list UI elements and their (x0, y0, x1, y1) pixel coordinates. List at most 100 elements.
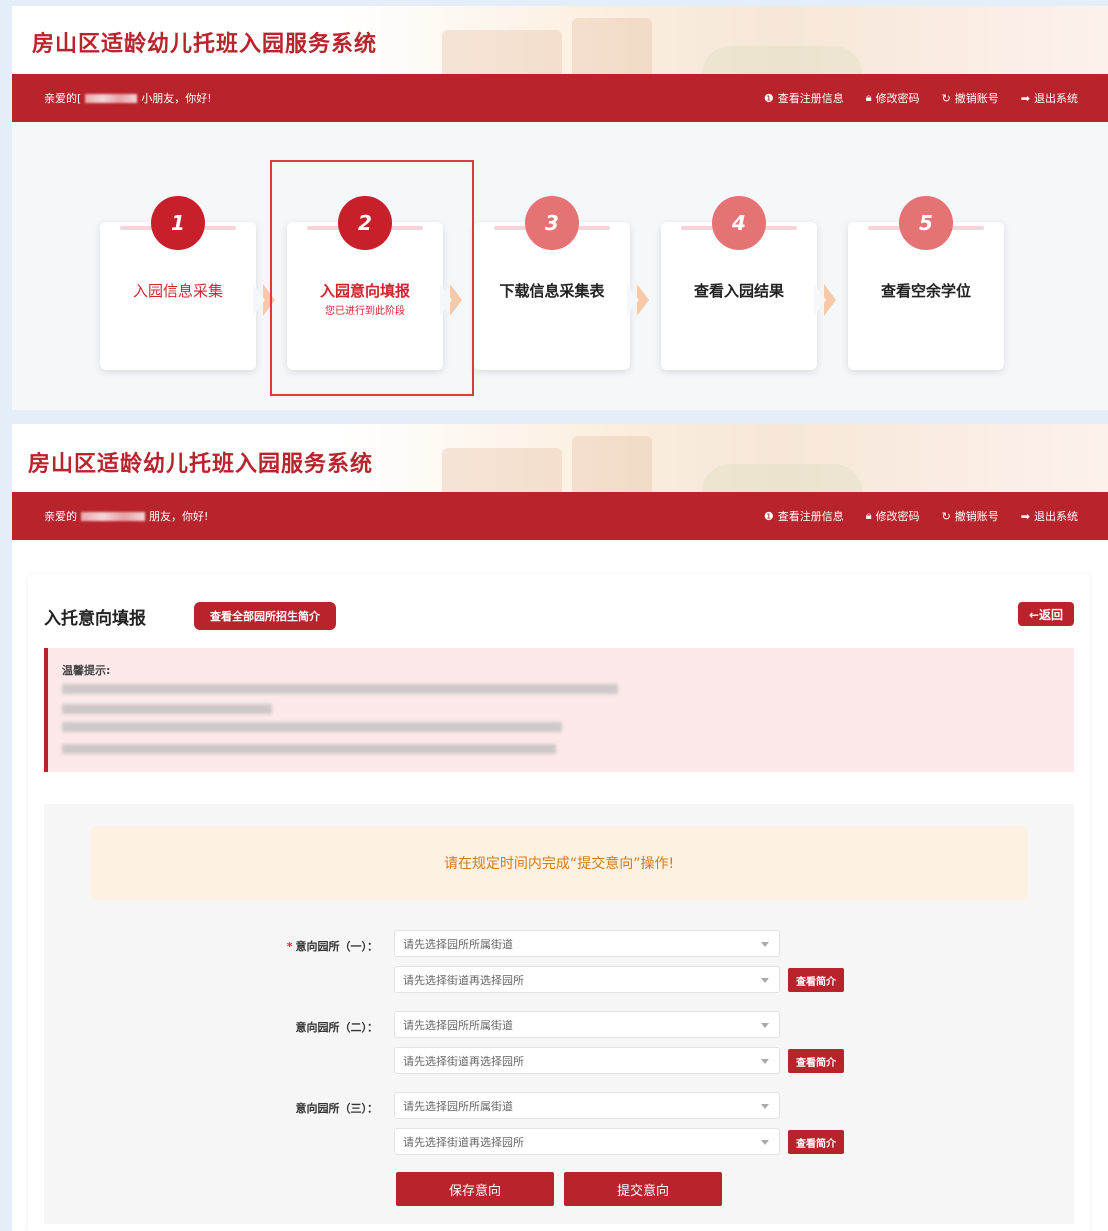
user-bar: 亲爱的 朋友，你好! ❶ 查看注册信息 🔒︎ 修改密码 ↻ 撤销账号 ➡ 退出系… (12, 492, 1108, 540)
back-button-label: 返回 (1039, 607, 1064, 622)
school-select-placeholder: 请先选择街道再选择园所 (403, 1135, 524, 1149)
step-1-card[interactable]: 1 入园信息采集 (100, 196, 256, 370)
view-registration-label: 查看注册信息 (777, 510, 844, 523)
redacted-name (85, 93, 138, 103)
step-5-number: 5 (899, 196, 953, 250)
cancel-account-link[interactable]: ↻ 撤销账号 (942, 90, 999, 106)
info-icon: ❶ (763, 509, 774, 523)
kindergarten-2-label: 意向园所（二）： (248, 1019, 379, 1035)
top-actions: ❶ 查看注册信息 🔒︎ 修改密码 ↻ 撤销账号 ➡ 退出系统 (764, 508, 1078, 524)
step-1-number: 1 (151, 196, 205, 250)
kindergarten-3-label-text: 意向园所（三）： (295, 1102, 379, 1115)
street-select-placeholder: 请先选择园所所属街道 (403, 1018, 513, 1032)
step-5-label: 查看空余学位 (880, 282, 971, 300)
kindergarten-1-label: * 意向园所（一）： (248, 938, 378, 954)
undo-icon: ↻ (941, 509, 951, 523)
logout-label: 退出系统 (1034, 510, 1078, 523)
kindergarten-1-intro-button[interactable]: 查看简介 (788, 968, 844, 992)
intention-form-panel: 房山区适龄幼儿托班入园服务系统 亲爱的 朋友，你好! ❶ 查看注册信息 🔒︎ 修… (12, 424, 1108, 1231)
header-decoration (572, 18, 652, 74)
kindergarten-3-school-select[interactable]: 请先选择街道再选择园所 (394, 1128, 780, 1155)
user-bar: 亲爱的 [ 小朋友，你好! ❶ 查看注册信息 🔒︎ 修改密码 ↻ 撤销账号 ➡ … (12, 74, 1108, 122)
dropdown-arrow-icon (761, 1104, 769, 1109)
required-asterisk: * (286, 940, 293, 953)
undo-icon: ↻ (941, 91, 951, 105)
page-title: 入托意向填报 (44, 609, 146, 629)
change-password-label: 修改密码 (875, 92, 920, 105)
dropdown-arrow-icon (761, 1023, 769, 1028)
back-button[interactable]: ←返回 (1018, 602, 1074, 626)
step-3-card[interactable]: 3 下载信息采集表 (474, 196, 630, 370)
dropdown-arrow-icon (761, 978, 769, 983)
progress-steps: 1 入园信息采集 2 入园意向填报 您已进行到此阶段 3 下载信息采集表 4 查… (12, 122, 1108, 410)
school-select-placeholder: 请先选择街道再选择园所 (403, 1054, 524, 1068)
site-title: 房山区适龄幼儿托班入园服务系统 (28, 452, 374, 477)
step-4-card[interactable]: 4 查看入园结果 (661, 196, 817, 370)
kindergarten-1-street-select[interactable]: 请先选择园所所属街道 (394, 930, 780, 957)
header-decoration (442, 448, 562, 492)
street-select-placeholder: 请先选择园所所属街道 (403, 937, 513, 951)
redacted-tip-line (62, 722, 562, 732)
greeting-suffix: 小朋友，你好! (141, 92, 212, 105)
greeting-suffix: 朋友，你好! (149, 510, 209, 523)
kindergarten-2-school-select[interactable]: 请先选择街道再选择园所 (394, 1047, 780, 1074)
kindergarten-1-school-select[interactable]: 请先选择街道再选择园所 (394, 966, 780, 993)
site-header: 房山区适龄幼儿托班入园服务系统 (12, 424, 1108, 492)
kindergarten-2-intro-button[interactable]: 查看简介 (788, 1049, 844, 1073)
arrow-left-icon: ← (1028, 607, 1040, 622)
current-step-highlight (270, 160, 474, 396)
deadline-notice: 请在规定时间内完成“提交意向”操作! (90, 826, 1028, 900)
submit-intention-button[interactable]: 提交意向 (564, 1172, 722, 1206)
kindergarten-1-label-text: 意向园所（一）： (295, 940, 379, 953)
header-decoration (572, 436, 652, 492)
kindergarten-3-street-select[interactable]: 请先选择园所所属街道 (394, 1092, 780, 1119)
view-registration-link[interactable]: ❶ 查看注册信息 (764, 90, 844, 106)
dropdown-arrow-icon (761, 942, 769, 947)
change-password-link[interactable]: 🔒︎ 修改密码 (866, 508, 920, 524)
logout-link[interactable]: ➡ 退出系统 (1021, 90, 1078, 106)
redacted-name (81, 511, 145, 521)
header-decoration (702, 464, 862, 492)
logout-label: 退出系统 (1034, 92, 1078, 105)
dropdown-arrow-icon (761, 1059, 769, 1064)
chevron-right-icon (814, 284, 836, 316)
save-intention-button[interactable]: 保存意向 (396, 1172, 554, 1206)
change-password-label: 修改密码 (875, 510, 920, 523)
kindergarten-2-street-select[interactable]: 请先选择园所所属街道 (394, 1011, 780, 1038)
chevron-right-icon (627, 284, 649, 316)
greeting-prefix: 亲爱的 (44, 92, 77, 105)
intention-form: 请在规定时间内完成“提交意向”操作! * 意向园所（一）： 请先选择园所所属街道 … (44, 804, 1074, 1224)
step-3-number: 3 (525, 196, 579, 250)
logout-link[interactable]: ➡ 退出系统 (1021, 508, 1078, 524)
dropdown-arrow-icon (761, 1140, 769, 1145)
step-1-label: 入园信息采集 (132, 282, 223, 300)
tips-title: 温馨提示: (62, 664, 111, 677)
kindergarten-3-label: 意向园所（三）： (248, 1100, 379, 1116)
greeting-bracket: [ (77, 91, 82, 105)
step-4-label: 查看入园结果 (693, 282, 784, 300)
redacted-tip-line (62, 744, 556, 754)
view-all-intros-button[interactable]: 查看全部园所招生简介 (194, 602, 336, 630)
cancel-account-label: 撤销账号 (954, 510, 999, 523)
step-5-card[interactable]: 5 查看空余学位 (848, 196, 1004, 370)
greeting: 亲爱的 朋友，你好! (44, 508, 208, 524)
site-title: 房山区适龄幼儿托班入园服务系统 (32, 32, 378, 57)
greeting-prefix: 亲爱的 (44, 510, 77, 523)
site-header: 房山区适龄幼儿托班入园服务系统 (12, 6, 1108, 74)
change-password-link[interactable]: 🔒︎ 修改密码 (866, 90, 920, 106)
greeting: 亲爱的 [ 小朋友，你好! (44, 90, 212, 106)
school-select-placeholder: 请先选择街道再选择园所 (403, 973, 524, 987)
kindergarten-3-intro-button[interactable]: 查看简介 (788, 1130, 844, 1154)
lock-icon: 🔒︎ (865, 91, 872, 104)
cancel-account-link[interactable]: ↻ 撤销账号 (942, 508, 999, 524)
cancel-account-label: 撤销账号 (954, 92, 999, 105)
header-decoration (702, 46, 862, 74)
street-select-placeholder: 请先选择园所所属街道 (403, 1099, 513, 1113)
top-actions: ❶ 查看注册信息 🔒︎ 修改密码 ↻ 撤销账号 ➡ 退出系统 (764, 90, 1078, 106)
redacted-tip-line (62, 704, 272, 714)
info-icon: ❶ (763, 91, 774, 105)
progress-screenshot-panel: 房山区适龄幼儿托班入园服务系统 亲爱的 [ 小朋友，你好! ❶ 查看注册信息 🔒… (12, 6, 1108, 410)
view-registration-link[interactable]: ❶ 查看注册信息 (764, 508, 844, 524)
redacted-tip-line (62, 684, 618, 694)
header-decoration (442, 30, 562, 74)
